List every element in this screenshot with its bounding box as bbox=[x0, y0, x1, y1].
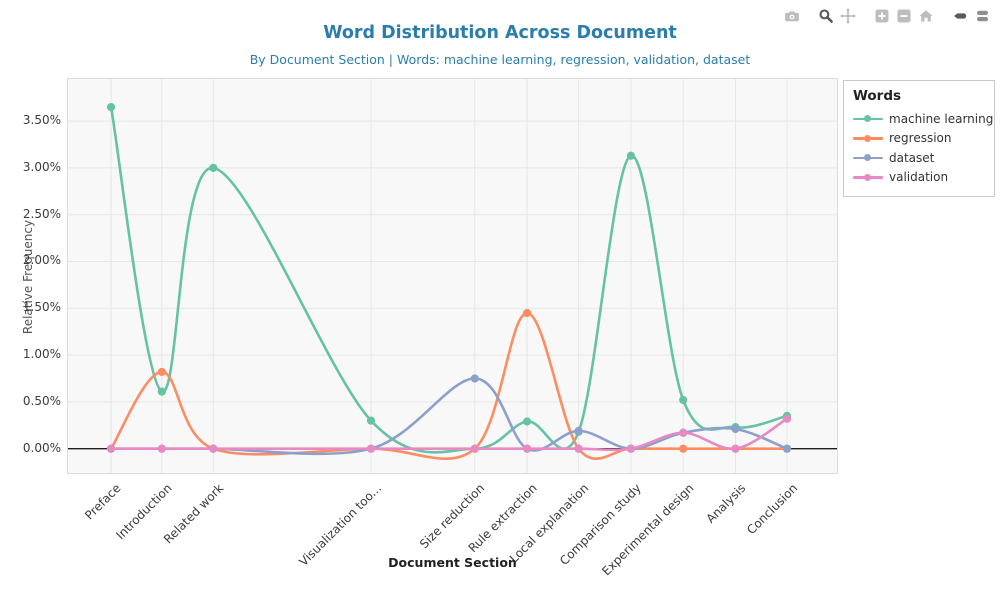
y-tick-label: 2.50% bbox=[0, 206, 61, 222]
data-point-validation[interactable] bbox=[209, 445, 217, 453]
data-point-validation[interactable] bbox=[158, 445, 166, 453]
data-point-machine-learning[interactable] bbox=[209, 164, 217, 172]
legend-item-regression[interactable]: regression bbox=[853, 129, 986, 149]
y-axis-title: Relative Frequency bbox=[21, 207, 35, 347]
data-point-dataset[interactable] bbox=[471, 374, 479, 382]
data-point-machine-learning[interactable] bbox=[158, 387, 166, 395]
data-point-validation[interactable] bbox=[107, 445, 115, 453]
data-point-dataset[interactable] bbox=[731, 425, 739, 433]
chart-title: Word Distribution Across Document bbox=[0, 23, 1000, 43]
data-point-validation[interactable] bbox=[523, 445, 531, 453]
y-tick-label: 3.50% bbox=[0, 112, 61, 128]
data-point-validation[interactable] bbox=[679, 429, 687, 437]
legend-line-marker bbox=[853, 115, 883, 123]
legend-item-validation[interactable]: validation bbox=[853, 168, 986, 188]
data-point-regression[interactable] bbox=[523, 309, 531, 317]
y-tick-label: 1.00% bbox=[0, 346, 61, 362]
data-point-validation[interactable] bbox=[575, 445, 583, 453]
data-point-validation[interactable] bbox=[471, 445, 479, 453]
data-point-machine-learning[interactable] bbox=[679, 396, 687, 404]
legend-item-machine-learning[interactable]: machine learning bbox=[853, 109, 986, 129]
y-tick-label: 3.00% bbox=[0, 159, 61, 175]
y-tick-label: 1.50% bbox=[0, 299, 61, 315]
y-tick-label: 0.00% bbox=[0, 440, 61, 456]
plot-canvas[interactable] bbox=[67, 78, 838, 474]
chart-subtitle: By Document Section | Words: machine lea… bbox=[0, 52, 1000, 67]
series-line-regression[interactable] bbox=[111, 313, 787, 459]
legend-item-dataset[interactable]: dataset bbox=[853, 148, 986, 168]
data-point-regression[interactable] bbox=[679, 445, 687, 453]
data-point-machine-learning[interactable] bbox=[523, 417, 531, 425]
data-point-validation[interactable] bbox=[783, 415, 791, 423]
y-tick-label: 2.00% bbox=[0, 252, 61, 268]
data-point-machine-learning[interactable] bbox=[367, 416, 375, 424]
legend-line-marker bbox=[853, 134, 883, 142]
data-point-machine-learning[interactable] bbox=[627, 152, 635, 160]
data-point-dataset[interactable] bbox=[575, 427, 583, 435]
legend-line-marker bbox=[853, 173, 883, 181]
chart-window: Word Distribution Across Document By Doc… bbox=[0, 0, 1000, 600]
line-chart[interactable] bbox=[68, 79, 837, 473]
y-tick-label: 0.50% bbox=[0, 393, 61, 409]
legend: Words machine learning regression datase… bbox=[843, 80, 995, 197]
data-point-machine-learning[interactable] bbox=[107, 103, 115, 111]
series-line-dataset[interactable] bbox=[111, 378, 787, 453]
data-point-dataset[interactable] bbox=[783, 445, 791, 453]
data-point-validation[interactable] bbox=[367, 445, 375, 453]
data-point-regression[interactable] bbox=[158, 368, 166, 376]
x-axis-title: Document Section bbox=[67, 555, 838, 570]
legend-line-marker bbox=[853, 154, 883, 162]
legend-title: Words bbox=[853, 88, 986, 104]
data-point-validation[interactable] bbox=[731, 445, 739, 453]
data-point-validation[interactable] bbox=[627, 445, 635, 453]
